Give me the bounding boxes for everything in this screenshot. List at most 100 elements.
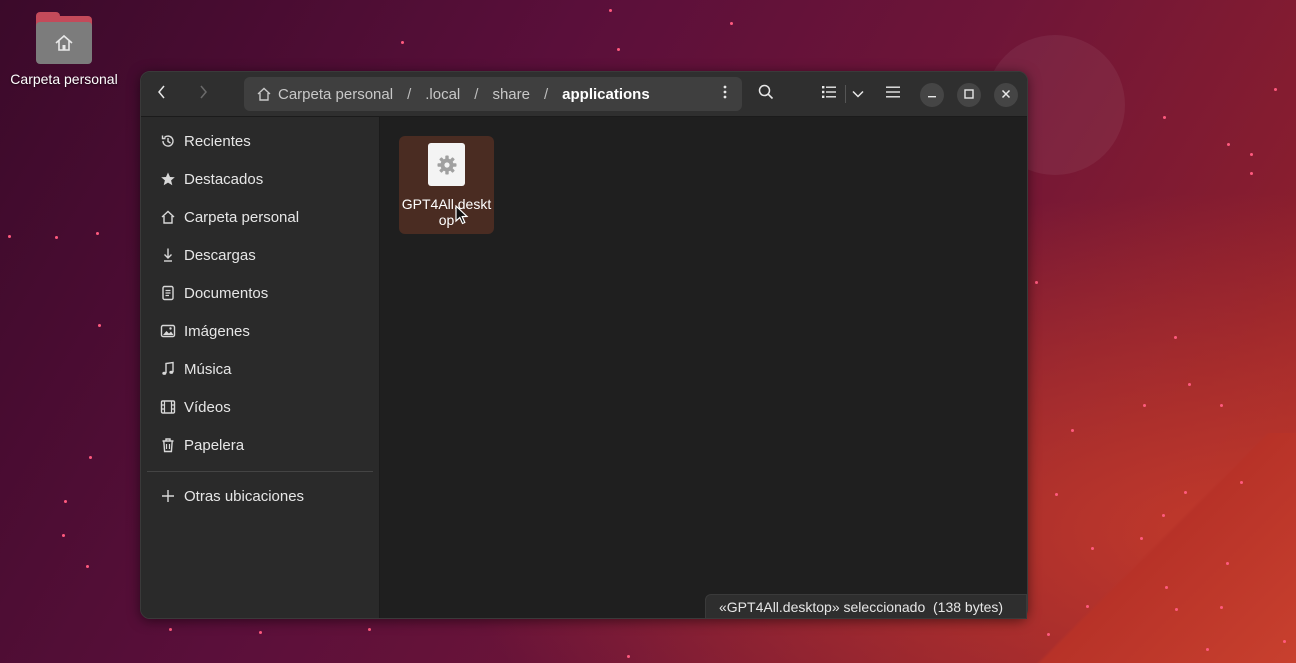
list-view-icon bbox=[822, 85, 836, 103]
sidebar-item-label: Música bbox=[184, 360, 232, 378]
sidebar-item-musica[interactable]: Música bbox=[147, 352, 373, 386]
search-button[interactable] bbox=[749, 79, 783, 109]
sidebar: Recientes Destacados Carpeta personal De… bbox=[141, 117, 380, 618]
view-list-button[interactable] bbox=[812, 79, 846, 109]
forward-button[interactable] bbox=[186, 79, 220, 109]
wallpaper-star bbox=[1274, 88, 1277, 91]
desktop-home-label: Carpeta personal bbox=[10, 71, 118, 87]
home-icon bbox=[159, 208, 177, 226]
crumb-applications[interactable]: applications bbox=[562, 86, 650, 103]
plus-icon bbox=[159, 487, 177, 505]
sidebar-item-carpeta-personal[interactable]: Carpeta personal bbox=[147, 200, 373, 234]
path-bar: Carpeta personal / .local / share / appl… bbox=[244, 77, 742, 111]
wallpaper-star bbox=[1035, 281, 1038, 284]
sidebar-item-papelera[interactable]: Papelera bbox=[147, 428, 373, 462]
sidebar-item-recientes[interactable]: Recientes bbox=[147, 124, 373, 158]
sidebar-item-imagenes[interactable]: Imágenes bbox=[147, 314, 373, 348]
maximize-button[interactable] bbox=[957, 83, 981, 107]
star-icon bbox=[159, 170, 177, 188]
sidebar-item-label: Vídeos bbox=[184, 398, 231, 416]
status-bar: «GPT4All.desktop» seleccionado (138 byte… bbox=[705, 594, 1027, 619]
wallpaper-star bbox=[1163, 116, 1166, 119]
home-icon bbox=[256, 86, 272, 102]
crumb-local[interactable]: .local bbox=[425, 86, 460, 103]
wallpaper-star bbox=[96, 232, 99, 235]
sidebar-item-label: Imágenes bbox=[184, 322, 250, 340]
wallpaper-star bbox=[1227, 143, 1230, 146]
wallpaper-star bbox=[8, 235, 11, 238]
chevron-down-icon bbox=[852, 85, 864, 103]
image-icon bbox=[159, 322, 177, 340]
wallpaper-star bbox=[1055, 493, 1058, 496]
sidebar-item-label: Papelera bbox=[184, 436, 245, 454]
sidebar-item-label: Documentos bbox=[184, 284, 269, 302]
file-item-gpt4all-desktop[interactable]: GPT4All.desktop bbox=[399, 136, 494, 234]
close-icon bbox=[1001, 86, 1011, 104]
wallpaper-star bbox=[730, 22, 733, 25]
view-options-button[interactable] bbox=[843, 79, 873, 109]
sidebar-item-documentos[interactable]: Documentos bbox=[147, 276, 373, 310]
wallpaper-wedge bbox=[1016, 433, 1296, 663]
wallpaper-star bbox=[1206, 648, 1209, 651]
maximize-icon bbox=[964, 86, 974, 104]
hamburger-menu-icon bbox=[886, 85, 900, 103]
video-icon bbox=[159, 398, 177, 416]
file-view[interactable]: GPT4All.desktop bbox=[380, 117, 1027, 618]
path-menu-button[interactable] bbox=[716, 85, 734, 103]
wallpaper-star bbox=[1184, 491, 1187, 494]
header-bar: Carpeta personal / .local / share / appl… bbox=[141, 72, 1027, 117]
wallpaper-star bbox=[86, 565, 89, 568]
sidebar-item-destacados[interactable]: Destacados bbox=[147, 162, 373, 196]
minimize-icon bbox=[927, 86, 937, 104]
main-menu-button[interactable] bbox=[876, 79, 910, 109]
wallpaper-star bbox=[609, 9, 612, 12]
sidebar-item-descargas[interactable]: Descargas bbox=[147, 238, 373, 272]
music-icon bbox=[159, 360, 177, 378]
wallpaper-star bbox=[1250, 153, 1253, 156]
wallpaper-star bbox=[1240, 481, 1243, 484]
back-button[interactable] bbox=[145, 79, 179, 109]
sidebar-item-label: Descargas bbox=[184, 246, 256, 264]
wallpaper-star bbox=[1071, 429, 1074, 432]
home-folder-icon bbox=[36, 12, 92, 64]
wallpaper-star bbox=[1091, 547, 1094, 550]
sidebar-item-label: Destacados bbox=[184, 170, 264, 188]
wallpaper-star bbox=[1220, 404, 1223, 407]
sidebar-item-videos[interactable]: Vídeos bbox=[147, 390, 373, 424]
wallpaper-star bbox=[55, 236, 58, 239]
crumb-share[interactable]: share bbox=[492, 86, 530, 103]
wallpaper-star bbox=[1220, 606, 1223, 609]
wallpaper-star bbox=[368, 628, 371, 631]
sidebar-item-label: Carpeta personal bbox=[184, 208, 300, 226]
file-name: GPT4All.desktop bbox=[401, 196, 492, 228]
chevron-right-icon bbox=[197, 84, 209, 105]
mouse-cursor-icon bbox=[455, 204, 469, 230]
chevron-left-icon bbox=[156, 84, 168, 105]
crumb-home[interactable]: Carpeta personal bbox=[278, 86, 393, 103]
sidebar-item-label: Recientes bbox=[184, 132, 251, 150]
sidebar-divider bbox=[147, 471, 373, 472]
gear-icon bbox=[428, 143, 465, 186]
wallpaper-star bbox=[401, 41, 404, 44]
minimize-button[interactable] bbox=[920, 83, 944, 107]
wallpaper-star bbox=[1143, 404, 1146, 407]
wallpaper-star bbox=[1174, 336, 1177, 339]
wallpaper-star bbox=[259, 631, 262, 634]
document-icon bbox=[159, 284, 177, 302]
wallpaper-star bbox=[1175, 608, 1178, 611]
close-button[interactable] bbox=[994, 83, 1018, 107]
wallpaper-star bbox=[617, 48, 620, 51]
wallpaper-star bbox=[1165, 586, 1168, 589]
desktop-home-folder[interactable]: Carpeta personal bbox=[4, 12, 124, 87]
file-manager-window: Carpeta personal / .local / share / appl… bbox=[140, 71, 1028, 619]
wallpaper-star bbox=[1250, 172, 1253, 175]
wallpaper-star bbox=[98, 324, 101, 327]
sidebar-item-otras-ubicaciones[interactable]: Otras ubicaciones bbox=[147, 479, 373, 513]
wallpaper-star bbox=[64, 500, 67, 503]
wallpaper-star bbox=[169, 628, 172, 631]
wallpaper-star bbox=[1188, 383, 1191, 386]
wallpaper-star bbox=[1140, 537, 1143, 540]
wallpaper-star bbox=[1086, 605, 1089, 608]
search-icon bbox=[758, 84, 774, 105]
kebab-menu-icon bbox=[723, 85, 727, 103]
